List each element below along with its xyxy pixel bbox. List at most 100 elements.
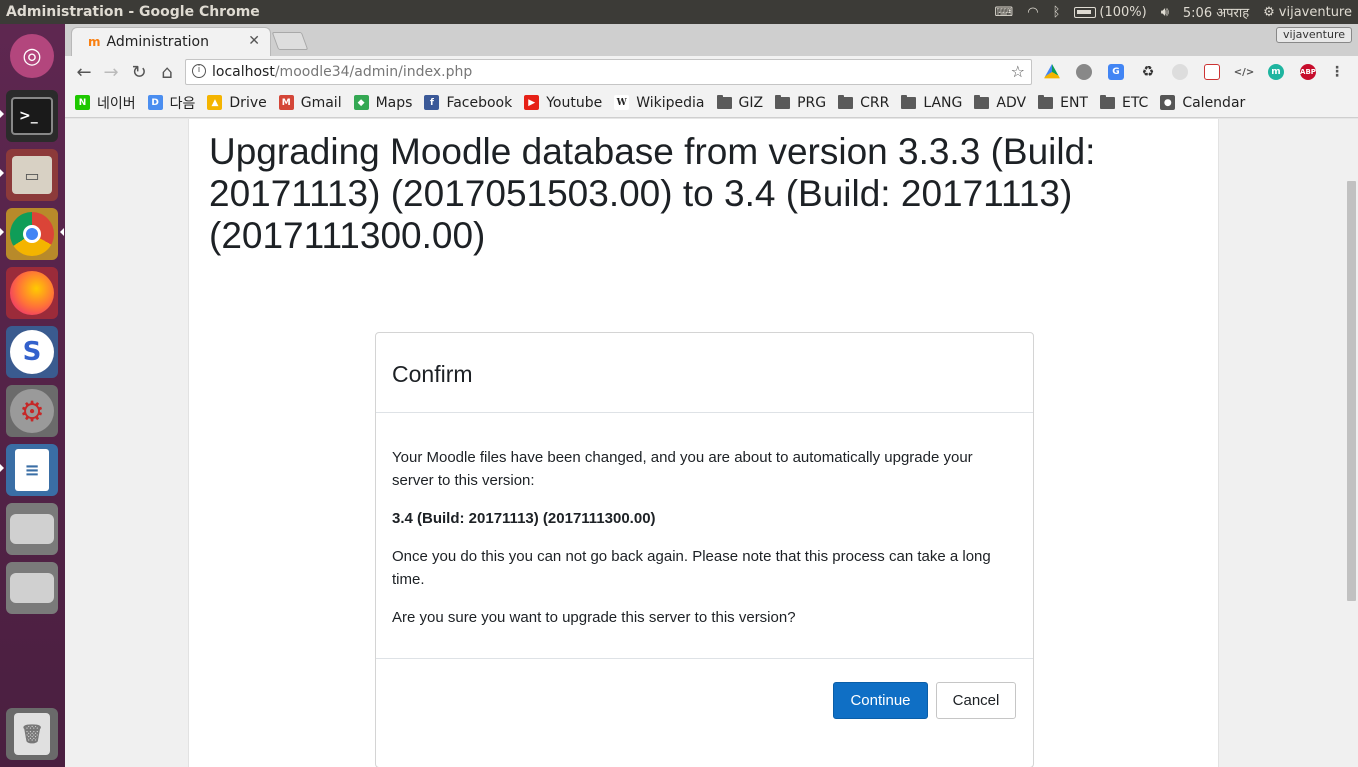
m-extension-icon[interactable]: m	[1268, 64, 1284, 80]
files-icon: ▭	[12, 156, 52, 194]
bookmark-label: 네이버	[97, 95, 136, 112]
folder-icon	[1038, 94, 1054, 109]
drive-launcher-2[interactable]	[6, 562, 58, 614]
bookmark-youtube[interactable]: ▶ Youtube	[524, 95, 602, 111]
code-extension-icon[interactable]: </>	[1234, 64, 1254, 80]
moodle-favicon-icon: m	[88, 35, 101, 49]
focused-indicator	[60, 228, 64, 236]
drive-extension-icon[interactable]	[1044, 64, 1060, 79]
bookmark-네이버[interactable]: N 네이버	[75, 93, 136, 113]
system-top-bar: Administration - Google Chrome ⌨ ◠ ᛒ (10…	[0, 0, 1358, 24]
bookmark-lang[interactable]: LANG	[901, 94, 963, 111]
address-bar[interactable]: i localhost/moodle34/admin/index.php ☆	[185, 59, 1032, 85]
drive-icon: ▲	[207, 95, 223, 110]
home-button[interactable]: ⌂	[156, 61, 178, 83]
page-scrollbar[interactable]	[1345, 119, 1358, 767]
settings-launcher[interactable]: ⚙	[6, 385, 58, 437]
confirm-footer: Continue Cancel	[376, 659, 1033, 767]
bookmark-ent[interactable]: ENT	[1038, 94, 1088, 111]
browser-toolbar: ← → ↻ ⌂ i localhost/moodle34/admin/index…	[65, 56, 1358, 88]
recycle-extension-icon[interactable]: ♻	[1140, 64, 1156, 80]
confirm-message: Your Moodle files have been changed, and…	[392, 449, 973, 489]
profile-badge[interactable]: vijaventure	[1276, 27, 1352, 43]
folder-icon	[775, 94, 791, 109]
reload-button[interactable]: ↻	[128, 61, 150, 83]
clock[interactable]: 5:06 अपराह	[1183, 3, 1249, 21]
confirm-title: Confirm	[376, 333, 1033, 413]
firefox-launcher[interactable]	[6, 267, 58, 319]
naver-icon: N	[75, 95, 90, 110]
drive-launcher-1[interactable]	[6, 503, 58, 555]
back-button[interactable]: ←	[73, 61, 95, 83]
firefox-icon	[10, 271, 54, 315]
menu-kebab-icon[interactable]: ⋮	[1329, 64, 1345, 80]
keyboard-icon[interactable]: ⌨	[994, 5, 1013, 20]
bookmarks-bar: N 네이버 D 다음 ▲ Drive M Gmail ◆ Maps f Facebook ▶ Youtub…	[65, 88, 1358, 118]
calendar-extension-icon[interactable]	[1204, 64, 1220, 80]
bookmark-adv[interactable]: ADV	[974, 94, 1027, 111]
battery-percent: (100%)	[1099, 4, 1147, 20]
wifi-icon[interactable]: ◠	[1027, 5, 1038, 20]
files-launcher[interactable]: ▭	[6, 149, 58, 201]
bookmark-crr[interactable]: CRR	[838, 94, 890, 111]
bookmark-star-icon[interactable]: ☆	[1011, 62, 1025, 81]
bookmark-maps[interactable]: ◆ Maps	[353, 94, 413, 111]
running-indicator	[0, 169, 4, 177]
chrome-launcher[interactable]	[6, 208, 58, 260]
new-tab-button[interactable]	[271, 32, 309, 50]
url-path: /moodle34/admin/index.php	[274, 64, 473, 80]
bookmark-label: ETC	[1121, 94, 1149, 111]
running-indicator	[0, 110, 4, 118]
bluetooth-icon[interactable]: ᛒ	[1053, 5, 1061, 20]
bookmark-giz[interactable]: GIZ	[716, 94, 763, 111]
writer-launcher[interactable]: ≡	[6, 444, 58, 496]
user-name: vijaventure	[1278, 4, 1352, 20]
user-menu[interactable]: ⚙ vijaventure	[1263, 5, 1352, 20]
drive-icon	[10, 573, 54, 603]
bookmark-label: CRR	[860, 94, 890, 111]
cancel-button[interactable]: Cancel	[936, 682, 1016, 719]
adblock-extension-icon[interactable]: ABP	[1300, 64, 1316, 80]
close-tab-icon[interactable]: ✕	[248, 33, 260, 49]
volume-icon[interactable]: 🔊︎	[1161, 5, 1169, 20]
battery-indicator[interactable]: (100%)	[1074, 4, 1147, 20]
bookmark-label: Facebook	[446, 94, 513, 111]
dash-button[interactable]: ◎	[6, 30, 58, 82]
wikipedia-icon: W	[614, 95, 630, 110]
forward-button[interactable]: →	[100, 61, 122, 83]
terminal-launcher[interactable]: >_	[6, 90, 58, 142]
folder-icon	[716, 94, 732, 109]
bookmark-prg[interactable]: PRG	[775, 94, 826, 111]
trash-launcher[interactable]: 🗑︎	[6, 708, 58, 760]
info-icon[interactable]: i	[192, 64, 206, 78]
bookmark-다음[interactable]: D 다음	[147, 93, 196, 113]
confirm-dialog: Confirm Your Moodle files have been chan…	[375, 332, 1034, 767]
continue-button[interactable]: Continue	[833, 682, 928, 719]
confirm-body: Your Moodle files have been changed, and…	[376, 413, 1033, 659]
gear-extension-icon[interactable]	[1076, 64, 1092, 80]
facebook-icon: f	[424, 95, 440, 110]
maps-icon: ◆	[353, 95, 369, 110]
bookmark-wikipedia[interactable]: W Wikipedia	[614, 95, 705, 111]
simplenote-launcher[interactable]: S	[6, 326, 58, 378]
bookmark-label: ENT	[1060, 94, 1088, 111]
bookmark-etc[interactable]: ETC	[1099, 94, 1149, 111]
folder-icon	[1099, 94, 1115, 109]
bookmark-label: Gmail	[300, 94, 342, 111]
tab-administration[interactable]: m Administration ✕	[71, 27, 271, 56]
bookmark-label: LANG	[923, 94, 963, 111]
bookmark-calendar[interactable]: ● Calendar	[1160, 95, 1245, 111]
bookmark-label: ADV	[996, 94, 1027, 111]
bookmark-label: 다음	[169, 95, 196, 112]
tab-strip: m Administration ✕ vijaventure	[65, 24, 1358, 56]
running-indicator	[0, 228, 4, 236]
scrollbar-thumb[interactable]	[1347, 181, 1356, 601]
bookmark-label: Maps	[375, 94, 413, 111]
circle-extension-icon[interactable]	[1172, 64, 1188, 80]
bookmark-label: Youtube	[546, 94, 603, 111]
ubuntu-dash-icon: ◎	[10, 34, 54, 78]
translate-extension-icon[interactable]: G	[1108, 64, 1124, 80]
bookmark-drive[interactable]: ▲ Drive	[207, 95, 267, 111]
bookmark-gmail[interactable]: M Gmail	[278, 94, 342, 111]
bookmark-facebook[interactable]: f Facebook	[424, 95, 512, 111]
